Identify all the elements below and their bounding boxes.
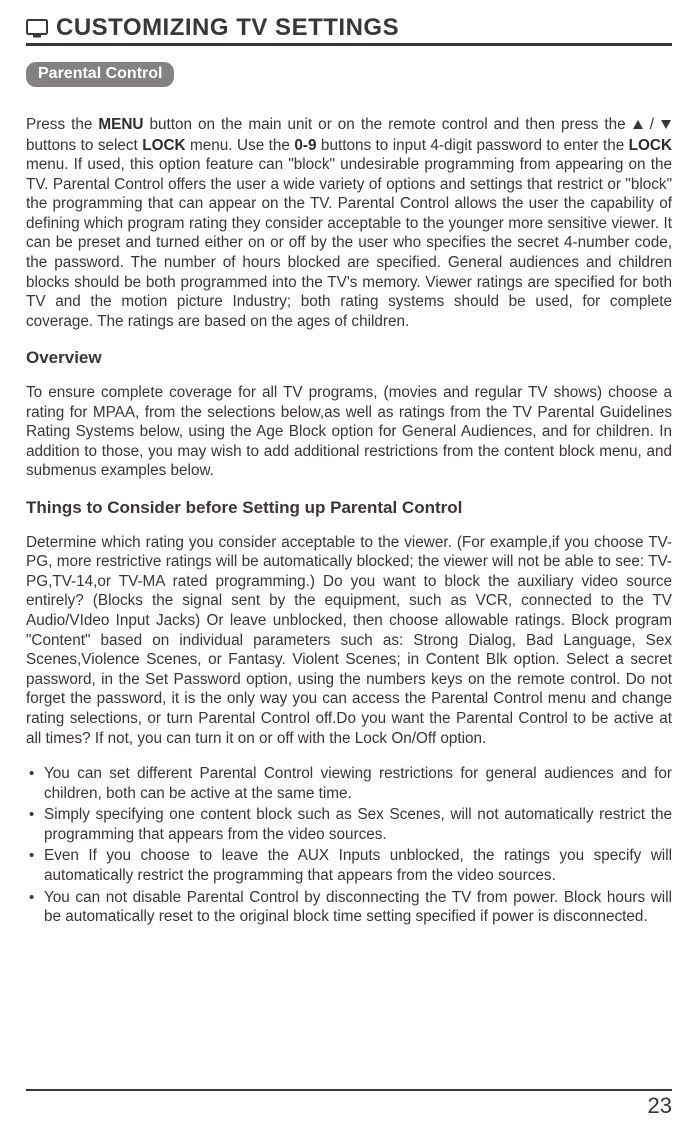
- lock-keyword: LOCK: [142, 137, 185, 154]
- text: button on the main unit or on the remote…: [143, 116, 631, 133]
- text: buttons to input 4-digit password to ent…: [316, 137, 628, 154]
- menu-keyword: MENU: [98, 116, 143, 133]
- slash: /: [644, 116, 660, 133]
- consider-heading: Things to Consider before Setting up Par…: [26, 497, 672, 519]
- text: Press the: [26, 116, 98, 133]
- settings-tv-icon: [26, 17, 48, 39]
- page-title: CUSTOMIZING TV SETTINGS: [56, 14, 399, 42]
- overview-heading: Overview: [26, 347, 672, 369]
- page-footer: 23: [26, 1089, 672, 1119]
- list-item: Even If you choose to leave the AUX Inpu…: [26, 846, 672, 885]
- list-item: You can not disable Parental Control by …: [26, 888, 672, 927]
- text: buttons to select: [26, 137, 142, 154]
- title-bar: CUSTOMIZING TV SETTINGS: [26, 14, 672, 46]
- text: menu. Use the: [186, 137, 295, 154]
- intro-paragraph: Press the MENU button on the main unit o…: [26, 115, 672, 331]
- list-item: Simply specifying one content block such…: [26, 805, 672, 844]
- section-tab-parental-control: Parental Control: [26, 62, 174, 87]
- overview-body: To ensure complete coverage for all TV p…: [26, 383, 672, 481]
- list-item: You can set different Parental Control v…: [26, 764, 672, 803]
- page-number: 23: [648, 1093, 672, 1118]
- bullet-list: You can set different Parental Control v…: [26, 764, 672, 927]
- down-arrow-icon: [660, 116, 672, 136]
- consider-body: Determine which rating you consider acce…: [26, 533, 672, 748]
- digits-keyword: 0-9: [294, 137, 316, 154]
- lock-keyword-2: LOCK: [629, 137, 672, 154]
- content-body: Press the MENU button on the main unit o…: [26, 115, 672, 927]
- text: menu. If used, this option feature can "…: [26, 156, 672, 330]
- section-tab-label: Parental Control: [38, 65, 162, 82]
- up-arrow-icon: [632, 116, 644, 136]
